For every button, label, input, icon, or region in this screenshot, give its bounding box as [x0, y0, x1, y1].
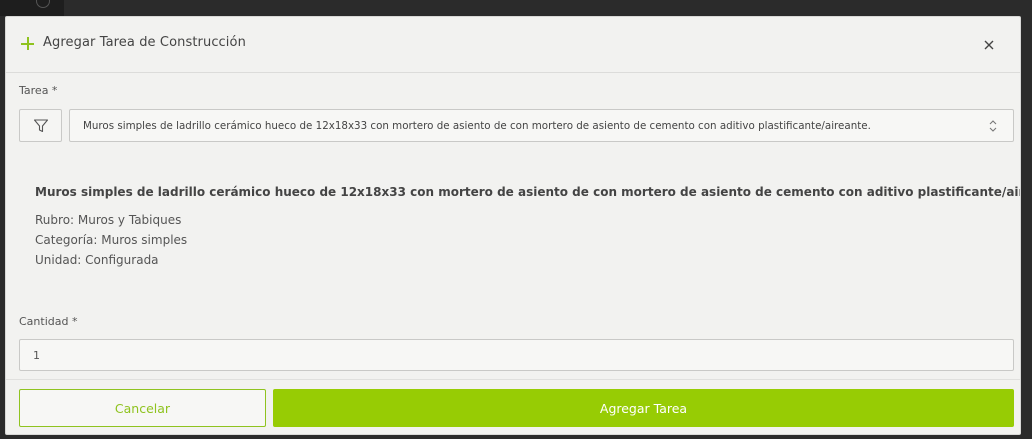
background-icon	[36, 0, 50, 8]
task-detail-title: Muros simples de ladrillo cerámico hueco…	[35, 185, 1021, 199]
task-detail-rubro: Rubro: Muros y Tabiques	[35, 213, 182, 227]
task-select[interactable]: Muros simples de ladrillo cerámico hueco…	[69, 109, 1014, 142]
backdrop	[0, 0, 64, 16]
task-detail-unidad: Unidad: Configurada	[35, 253, 159, 267]
cantidad-label: Cantidad *	[19, 315, 78, 328]
add-task-modal: Agregar Tarea de Construcción Tarea * Mu…	[5, 16, 1021, 435]
tarea-label: Tarea *	[19, 84, 58, 97]
close-button[interactable]	[980, 36, 998, 54]
task-select-value: Muros simples de ladrillo cerámico hueco…	[83, 120, 871, 132]
filter-button[interactable]	[19, 109, 62, 142]
chevron-up-down-icon	[989, 120, 997, 132]
filter-icon	[33, 118, 48, 132]
quantity-input[interactable]	[19, 339, 1014, 371]
close-icon	[984, 40, 994, 50]
add-task-button[interactable]: Agregar Tarea	[273, 389, 1014, 427]
cancel-button[interactable]: Cancelar	[19, 389, 266, 427]
footer-divider	[6, 379, 1020, 380]
modal-title: Agregar Tarea de Construcción	[43, 35, 246, 50]
modal-header: Agregar Tarea de Construcción	[6, 17, 1020, 73]
task-detail-categoria: Categoría: Muros simples	[35, 233, 188, 247]
plus-icon	[21, 37, 34, 50]
